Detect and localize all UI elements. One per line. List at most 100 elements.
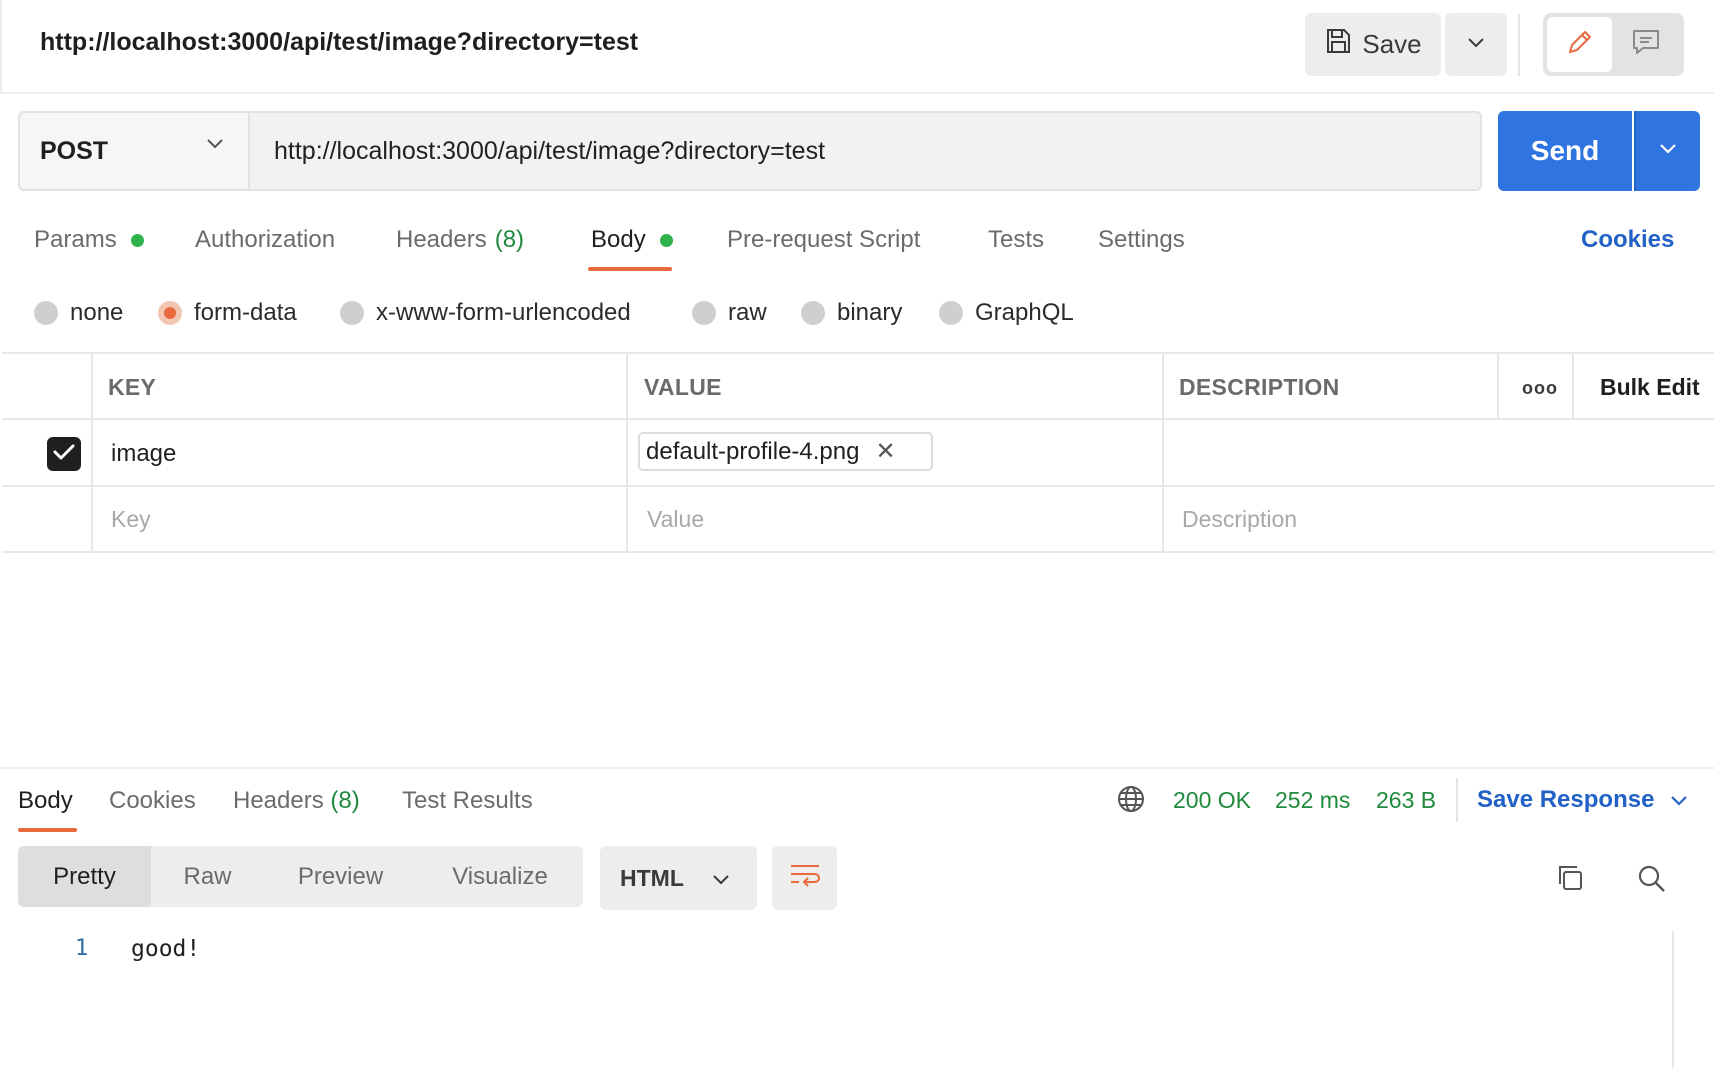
radio-none-label: none — [70, 299, 124, 326]
chevron-down-icon — [1467, 36, 1485, 54]
new-value-input[interactable]: Value — [647, 506, 704, 533]
language-select[interactable]: HTML — [600, 846, 757, 910]
save-response-label: Save Response — [1477, 786, 1655, 813]
cookies-link[interactable]: Cookies — [1581, 226, 1674, 254]
tab-authorization[interactable]: Authorization — [195, 226, 335, 254]
response-tab-headers[interactable]: Headers (8) — [233, 787, 360, 815]
response-size[interactable]: 263 B — [1376, 787, 1436, 814]
radio-urlencoded[interactable] — [340, 301, 364, 325]
radio-binary[interactable] — [801, 301, 825, 325]
tab-headers[interactable]: Headers (8) — [396, 226, 524, 254]
file-name: default-profile-4.png — [646, 437, 860, 465]
tab-params[interactable]: Params — [34, 226, 144, 254]
url-input[interactable] — [252, 113, 1480, 189]
response-tab-test-results[interactable]: Test Results — [402, 787, 533, 815]
response-tab-body[interactable]: Body — [18, 787, 73, 815]
radio-raw[interactable] — [692, 301, 716, 325]
new-description-input[interactable]: Description — [1182, 506, 1297, 533]
active-tab-indicator — [588, 267, 672, 271]
body-type-none[interactable]: none — [34, 298, 123, 328]
chevron-down-icon — [1670, 786, 1688, 814]
tab-headers-label: Headers — [396, 226, 487, 253]
radio-form-data[interactable] — [158, 301, 182, 325]
view-visualize-button[interactable]: Visualize — [417, 846, 583, 907]
tab-tests[interactable]: Tests — [988, 226, 1044, 254]
comment-icon — [1631, 28, 1661, 61]
language-label: HTML — [620, 864, 684, 891]
response-tab-cookies[interactable]: Cookies — [109, 787, 196, 815]
response-tab-headers-count: (8) — [330, 787, 360, 814]
response-meta-divider — [1456, 778, 1458, 822]
radio-graphql[interactable] — [939, 301, 963, 325]
checkmark-icon — [53, 443, 75, 466]
active-response-tab-indicator — [18, 828, 77, 832]
view-raw-button[interactable]: Raw — [151, 846, 264, 907]
table-border-top — [2, 352, 1714, 354]
tab-body[interactable]: Body — [591, 226, 673, 254]
tab-settings[interactable]: Settings — [1098, 226, 1185, 254]
view-pretty-button[interactable]: Pretty — [18, 846, 151, 907]
pencil-icon — [1565, 27, 1595, 62]
column-header-key: KEY — [108, 374, 157, 400]
scrollbar-track[interactable] — [1672, 931, 1674, 1068]
body-type-form-data[interactable]: form-data — [158, 298, 297, 328]
chevron-down-icon — [1659, 142, 1677, 160]
radio-form-data-label: form-data — [194, 299, 297, 326]
tab-pre-request-label: Pre-request Script — [727, 226, 921, 253]
method-label: POST — [40, 136, 109, 165]
table-column-divider — [626, 352, 628, 553]
tab-params-label: Params — [34, 226, 117, 253]
body-type-raw[interactable]: raw — [692, 298, 767, 328]
tab-headers-count: (8) — [494, 226, 525, 253]
edit-mode-button[interactable] — [1547, 17, 1612, 72]
wrap-lines-button[interactable] — [772, 846, 837, 910]
radio-raw-label: raw — [728, 299, 767, 326]
radio-urlencoded-label: x-www-form-urlencoded — [376, 299, 631, 326]
tab-authorization-label: Authorization — [195, 226, 336, 253]
tab-pre-request-script[interactable]: Pre-request Script — [727, 226, 920, 254]
table-column-divider — [1497, 352, 1499, 419]
radio-binary-label: binary — [837, 299, 903, 326]
response-pane-divider[interactable] — [0, 767, 1714, 769]
toolbar-divider — [1518, 14, 1520, 76]
table-column-divider — [1162, 352, 1164, 553]
body-indicator-dot — [659, 233, 673, 247]
column-header-value: VALUE — [644, 374, 722, 400]
radio-none[interactable] — [34, 301, 58, 325]
tab-body-label: Body — [591, 226, 646, 253]
request-name[interactable]: http://localhost:3000/api/test/image?dir… — [40, 28, 638, 57]
tab-tests-label: Tests — [988, 226, 1045, 253]
chevron-down-icon[interactable] — [206, 137, 224, 155]
send-button[interactable]: Send — [1498, 111, 1632, 191]
table-border-header — [2, 418, 1714, 420]
body-type-graphql[interactable]: GraphQL — [939, 298, 1074, 328]
comments-mode-button[interactable] — [1612, 17, 1680, 72]
search-icon[interactable] — [1637, 864, 1667, 899]
column-header-description: DESCRIPTION — [1179, 374, 1340, 400]
send-options-button[interactable] — [1634, 111, 1700, 191]
response-time[interactable]: 252 ms — [1275, 787, 1350, 814]
chevron-down-icon — [712, 865, 730, 892]
row-enabled-checkbox[interactable] — [47, 437, 81, 471]
close-icon[interactable]: ✕ — [875, 437, 895, 466]
row-key-input[interactable]: image — [111, 440, 176, 468]
table-column-divider — [1572, 352, 1574, 419]
save-button[interactable]: Save — [1305, 13, 1441, 76]
copy-icon[interactable] — [1555, 863, 1585, 898]
save-options-button[interactable] — [1445, 13, 1507, 76]
response-status[interactable]: 200 OK — [1173, 787, 1251, 814]
file-chip[interactable]: default-profile-4.png ✕ — [638, 432, 933, 471]
response-tab-headers-label: Headers — [233, 787, 324, 814]
view-preview-button[interactable]: Preview — [264, 846, 417, 907]
more-options-icon[interactable]: ooo — [1522, 378, 1558, 399]
new-key-input[interactable]: Key — [111, 506, 151, 533]
params-indicator-dot — [130, 233, 144, 247]
line-number: 1 — [75, 936, 89, 961]
tab-settings-label: Settings — [1098, 226, 1185, 253]
globe-icon[interactable] — [1116, 784, 1146, 819]
bulk-edit-button[interactable]: Bulk Edit — [1600, 374, 1700, 401]
save-icon — [1324, 27, 1352, 62]
save-response-button[interactable]: Save Response — [1477, 786, 1688, 814]
body-type-urlencoded[interactable]: x-www-form-urlencoded — [340, 298, 631, 328]
body-type-binary[interactable]: binary — [801, 298, 902, 328]
